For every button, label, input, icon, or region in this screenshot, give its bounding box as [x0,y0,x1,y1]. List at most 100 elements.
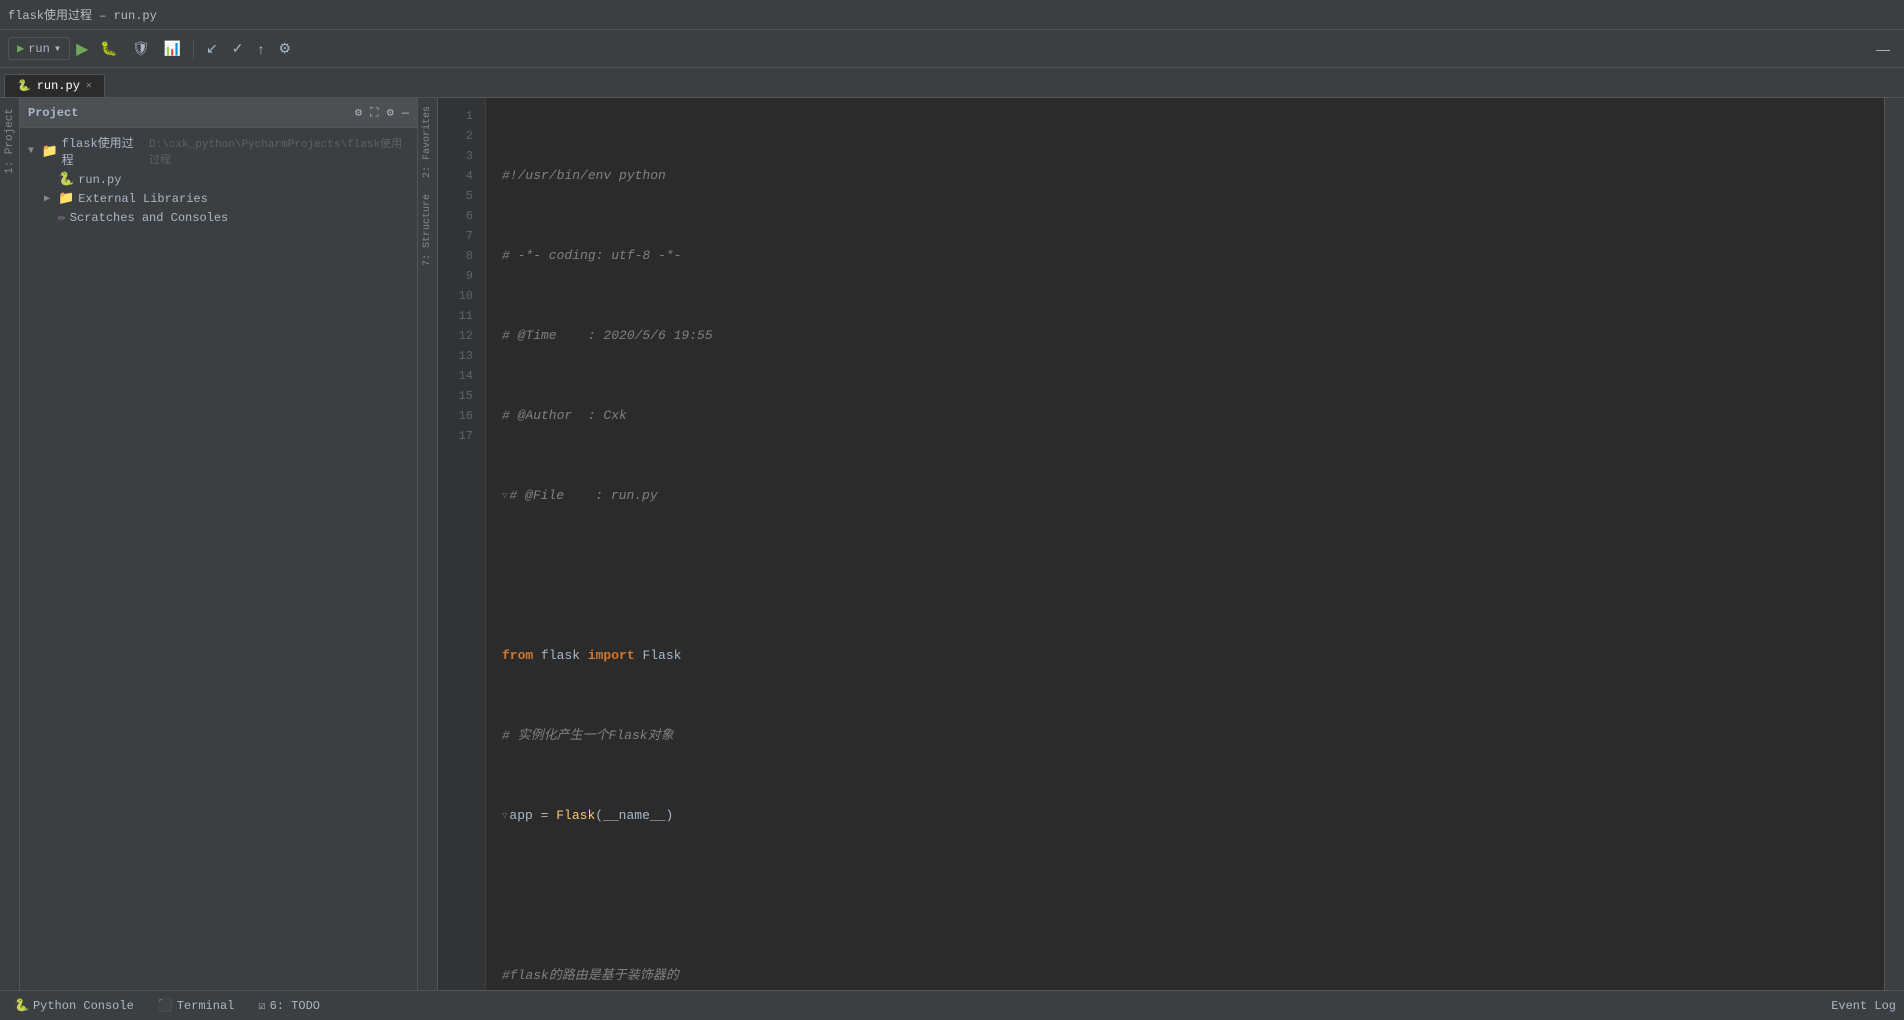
todo-tab[interactable]: ☑ 6: TODO [252,994,326,1017]
folder-icon-root: 📁 [41,144,57,159]
code-token: flask [541,646,588,666]
ln-13: 13 [442,346,481,366]
code-line-4: # @Author : Cxk [502,406,1868,426]
run-config-icon: ▶ [17,41,24,56]
code-token: ) [665,806,673,826]
fold-gutter-9: ▽ [502,806,507,826]
todo-icon: ☑ [258,998,265,1013]
ln-14: 14 [442,366,481,386]
toolbar: ▶ run ▾ ▶ 🐛 🛡 📊 ↙ ✓ ↑ ⚙ — [0,30,1904,68]
tree-label-ext-libs: External Libraries [78,192,208,206]
toolbar-left: ▶ run ▾ ▶ 🐛 🛡 📊 ↙ ✓ ↑ ⚙ [8,35,297,63]
event-log-label[interactable]: Event Log [1831,999,1896,1013]
tab-run-py[interactable]: 🐍 run.py ✕ [4,74,105,97]
code-token: import [588,646,643,666]
code-token: # @Author : Cxk [502,406,627,426]
tab-bar: 🐍 run.py ✕ [0,68,1904,98]
tab-py-icon: 🐍 [17,79,31,93]
code-token: ( [595,806,603,826]
code-token: # @File : run.py [509,486,657,506]
code-line-1: #!/usr/bin/env python [502,166,1868,186]
project-strip-label[interactable]: 1: Project [4,102,16,180]
run-config-label: run [28,42,50,56]
code-token: from [502,646,541,666]
bottom-panel: 🐍 Python Console ⬛ Terminal ☑ 6: TODO Ev… [0,990,1904,1020]
vcs-push-button[interactable]: ↑ [252,37,271,61]
run-config-chevron: ▾ [54,41,61,56]
code-content: 1 2 3 4 5 6 7 8 9 10 11 12 13 14 15 16 1… [438,98,1884,990]
todo-label: 6: TODO [270,999,320,1013]
ln-8: 8 [442,246,481,266]
ln-1: 1 [442,106,481,126]
file-icon-run-py: 🐍 [58,172,74,187]
project-header-close[interactable]: — [402,106,409,120]
ln-15: 15 [442,386,481,406]
tab-close-button[interactable]: ✕ [86,80,92,92]
ln-9: 9 [442,266,481,286]
run-config-selector[interactable]: ▶ run ▾ [8,37,70,60]
title-text: flask使用过程 – run.py [8,6,157,23]
tree-item-root[interactable]: ▼ 📁 flask使用过程 D:\cxk_python\PycharmProje… [20,132,417,170]
right-strip [1884,98,1904,990]
project-panel: Project ⚙ ⛶ ⚙ — ▼ 📁 flask使用过程 D:\cxk_pyt… [20,98,418,990]
terminal-tab[interactable]: ⬛ Terminal [152,994,241,1017]
python-console-tab[interactable]: 🐍 Python Console [8,994,140,1017]
vcs-update-button[interactable]: ↙ [200,36,224,61]
special-icon-scratches: ✏ [58,210,66,225]
code-line-8: # 实例化产生一个Flask对象 [502,726,1868,746]
code-editor[interactable]: 1 2 3 4 5 6 7 8 9 10 11 12 13 14 15 16 1… [438,98,1884,990]
tree-item-scratches[interactable]: ✏ Scratches and Consoles [20,208,417,227]
ln-6: 6 [442,206,481,226]
terminal-icon: ⬛ [158,998,173,1013]
ln-17: 17 [442,426,481,446]
project-header-collapse[interactable]: ⛶ [370,106,378,120]
code-token: #flask的路由是基于装饰器的 [502,966,679,986]
code-token: __name__ [603,806,665,826]
line-numbers: 1 2 3 4 5 6 7 8 9 10 11 12 13 14 15 16 1… [438,98,486,990]
structure-tab[interactable]: 7: Structure [420,186,435,274]
project-header-more[interactable]: ⚙ [387,105,394,120]
code-token: app [509,806,532,826]
code-token: # @Time : 2020/5/6 19:55 [502,326,713,346]
code-line-10 [502,886,1868,906]
coverage-button[interactable]: 🛡 [126,36,156,61]
run-button[interactable]: ▶ [72,35,92,63]
ln-12: 12 [442,326,481,346]
ln-3: 3 [442,146,481,166]
tree-label-run-py: run.py [78,173,121,187]
debug-button[interactable]: 🐛 [94,36,123,61]
tree-path-root: D:\cxk_python\PycharmProjects\flask使用过程 [149,135,409,167]
code-token: = [533,806,556,826]
code-line-7: from flask import Flask [502,646,1868,666]
code-line-6 [502,566,1868,586]
vcs-commit-button[interactable]: ✓ [226,36,250,61]
tree-arrow-ext-libs: ▶ [44,193,54,205]
fold-gutter-5: ▽ [502,486,507,506]
code-line-2: # -*- coding: utf-8 -*- [502,246,1868,266]
toolbar-separator [193,39,194,59]
code-token: Flask [556,806,595,826]
ln-4: 4 [442,166,481,186]
toolbar-right: — [1870,37,1896,61]
settings-button[interactable]: ⚙ [273,36,298,61]
code-token: Flask [642,646,681,666]
ln-2: 2 [442,126,481,146]
favorites-tab[interactable]: 2: Favorites [420,98,435,186]
python-console-icon: 🐍 [14,998,29,1013]
ln-11: 11 [442,306,481,326]
profile-button[interactable]: 📊 [158,36,187,61]
project-header-settings[interactable]: ⚙ [355,105,362,120]
main-content: 1: Project Project ⚙ ⛶ ⚙ — ▼ 📁 flask使用过程… [0,98,1904,990]
tab-label: run.py [37,79,80,93]
status-right: Event Log [1831,999,1896,1013]
minimize-button[interactable]: — [1870,37,1896,61]
ln-10: 10 [442,286,481,306]
tree-item-ext-libs[interactable]: ▶ 📁 External Libraries [20,189,417,208]
code-area[interactable]: #!/usr/bin/env python # -*- coding: utf-… [486,98,1884,990]
ln-5: 5 [442,186,481,206]
code-token: # 实例化产生一个Flask对象 [502,726,674,746]
python-console-label: Python Console [33,999,134,1013]
tree-item-run-py[interactable]: 🐍 run.py [20,170,417,189]
code-token: #!/usr/bin/env python [502,166,666,186]
project-tree: ▼ 📁 flask使用过程 D:\cxk_python\PycharmProje… [20,128,417,990]
